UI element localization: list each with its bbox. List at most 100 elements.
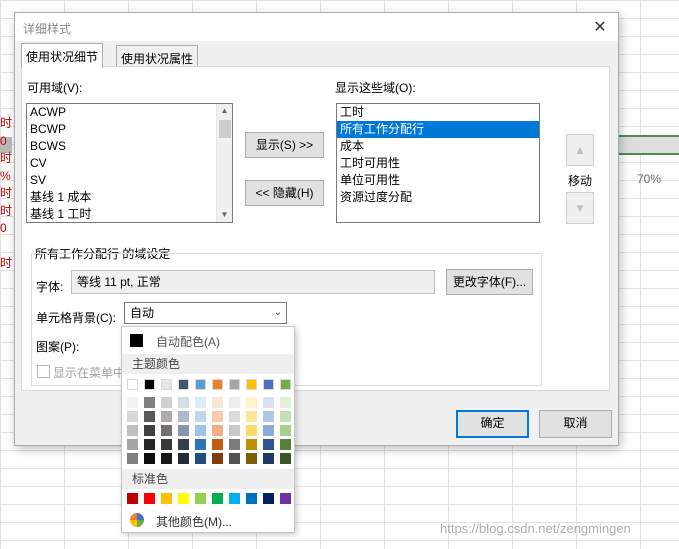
theme-color-swatch[interactable] [144, 379, 155, 390]
theme-shade-swatch[interactable] [195, 411, 206, 422]
standard-color-swatch[interactable] [246, 493, 257, 504]
standard-color-swatch[interactable] [178, 493, 189, 504]
available-field-item[interactable]: ACWP [27, 104, 232, 121]
theme-color-swatch[interactable] [212, 379, 223, 390]
theme-shade-swatch[interactable] [127, 439, 138, 450]
theme-shade-swatch[interactable] [263, 425, 274, 436]
theme-shade-swatch[interactable] [246, 439, 257, 450]
theme-shade-swatch[interactable] [178, 425, 189, 436]
theme-shade-swatch[interactable] [212, 425, 223, 436]
theme-shade-swatch[interactable] [280, 397, 291, 408]
cell-background-combo[interactable]: 自动 ⌄ [124, 302, 287, 324]
theme-shade-swatch[interactable] [212, 453, 223, 464]
available-field-item[interactable]: 基线 1 工时 [27, 206, 232, 222]
available-field-item[interactable]: BCWP [27, 121, 232, 138]
scroll-down-icon[interactable]: ▼ [217, 208, 232, 222]
theme-shade-swatch[interactable] [212, 397, 223, 408]
more-colors-option[interactable]: 其他颜色(M)... [122, 509, 294, 531]
show-button[interactable]: 显示(S) >> [245, 132, 324, 158]
available-field-item[interactable]: 基线 1 成本 [27, 189, 232, 206]
cancel-button[interactable]: 取消 [539, 410, 612, 438]
move-up-button[interactable]: ▲ [566, 134, 594, 166]
theme-shade-swatch[interactable] [280, 425, 291, 436]
theme-color-swatch[interactable] [195, 379, 206, 390]
theme-shade-swatch[interactable] [229, 411, 240, 422]
theme-shade-swatch[interactable] [178, 439, 189, 450]
theme-shade-swatch[interactable] [280, 411, 291, 422]
theme-shade-swatch[interactable] [195, 425, 206, 436]
change-font-button[interactable]: 更改字体(F)... [446, 269, 533, 295]
hide-button[interactable]: << 隐藏(H) [245, 180, 324, 206]
theme-shade-swatch[interactable] [127, 425, 138, 436]
shown-fields-list[interactable]: 工时 所有工作分配行 成本 工时可用性 单位可用性 资源过度分配 [336, 103, 540, 223]
shown-field-item[interactable]: 资源过度分配 [337, 189, 539, 206]
close-icon[interactable]: ✕ [590, 17, 610, 37]
theme-shade-swatch[interactable] [246, 411, 257, 422]
available-field-item[interactable]: BCWS [27, 138, 232, 155]
theme-shade-swatch[interactable] [144, 425, 155, 436]
theme-shade-swatch[interactable] [195, 439, 206, 450]
theme-shade-swatch[interactable] [246, 453, 257, 464]
theme-shade-swatch[interactable] [263, 439, 274, 450]
scroll-thumb[interactable] [219, 120, 231, 138]
theme-shade-swatch[interactable] [246, 397, 257, 408]
theme-shade-swatch[interactable] [127, 397, 138, 408]
theme-color-swatch[interactable] [178, 379, 189, 390]
theme-color-swatch[interactable] [161, 379, 172, 390]
tab-usage-details[interactable]: 使用状况细节 [21, 43, 104, 68]
theme-color-swatch[interactable] [127, 379, 138, 390]
theme-shade-swatch[interactable] [178, 411, 189, 422]
theme-shade-swatch[interactable] [127, 453, 138, 464]
available-scrollbar[interactable]: ▲ ▼ [216, 104, 232, 222]
standard-color-swatch[interactable] [280, 493, 291, 504]
theme-shade-swatch[interactable] [212, 439, 223, 450]
move-down-button[interactable]: ▼ [566, 192, 594, 224]
theme-shade-swatch[interactable] [195, 397, 206, 408]
shown-field-item[interactable]: 成本 [337, 138, 539, 155]
theme-shade-swatch[interactable] [161, 425, 172, 436]
standard-color-swatch[interactable] [229, 493, 240, 504]
theme-shade-swatch[interactable] [229, 425, 240, 436]
standard-color-swatch[interactable] [212, 493, 223, 504]
theme-color-swatch[interactable] [263, 379, 274, 390]
standard-color-swatch[interactable] [195, 493, 206, 504]
shown-field-item[interactable]: 单位可用性 [337, 172, 539, 189]
theme-shade-swatch[interactable] [178, 453, 189, 464]
theme-shade-swatch[interactable] [144, 453, 155, 464]
theme-shade-swatch[interactable] [263, 411, 274, 422]
standard-color-swatch[interactable] [127, 493, 138, 504]
auto-color-option[interactable]: 自动配色(A) [122, 327, 294, 353]
standard-color-swatch[interactable] [161, 493, 172, 504]
theme-shade-swatch[interactable] [229, 397, 240, 408]
theme-color-swatch[interactable] [280, 379, 291, 390]
chevron-down-icon[interactable]: ⌄ [274, 303, 282, 323]
available-fields-list[interactable]: ACWP BCWP BCWS CV SV 基线 1 成本 基线 1 工时 ▲ ▼ [26, 103, 233, 223]
theme-color-swatch[interactable] [246, 379, 257, 390]
ok-button[interactable]: 确定 [456, 410, 529, 438]
tab-usage-properties[interactable]: 使用状况属性 [116, 45, 199, 67]
theme-shade-swatch[interactable] [161, 411, 172, 422]
available-field-item[interactable]: SV [27, 172, 232, 189]
theme-shade-swatch[interactable] [161, 453, 172, 464]
theme-shade-swatch[interactable] [263, 453, 274, 464]
shown-field-item[interactable]: 所有工作分配行 [337, 121, 539, 138]
theme-shade-swatch[interactable] [144, 397, 155, 408]
theme-shade-swatch[interactable] [195, 453, 206, 464]
theme-shade-swatch[interactable] [127, 411, 138, 422]
theme-shade-swatch[interactable] [178, 397, 189, 408]
shown-field-item[interactable]: 工时 [337, 104, 539, 121]
theme-shade-swatch[interactable] [280, 439, 291, 450]
theme-shade-swatch[interactable] [246, 425, 257, 436]
theme-shade-swatch[interactable] [144, 411, 155, 422]
shown-field-item[interactable]: 工时可用性 [337, 155, 539, 172]
show-in-menu-checkbox[interactable] [37, 365, 50, 378]
theme-shade-swatch[interactable] [263, 397, 274, 408]
available-field-item[interactable]: CV [27, 155, 232, 172]
theme-shade-swatch[interactable] [229, 439, 240, 450]
theme-shade-swatch[interactable] [144, 439, 155, 450]
standard-color-swatch[interactable] [144, 493, 155, 504]
standard-color-swatch[interactable] [263, 493, 274, 504]
theme-shade-swatch[interactable] [212, 411, 223, 422]
theme-shade-swatch[interactable] [280, 453, 291, 464]
theme-shade-swatch[interactable] [161, 439, 172, 450]
